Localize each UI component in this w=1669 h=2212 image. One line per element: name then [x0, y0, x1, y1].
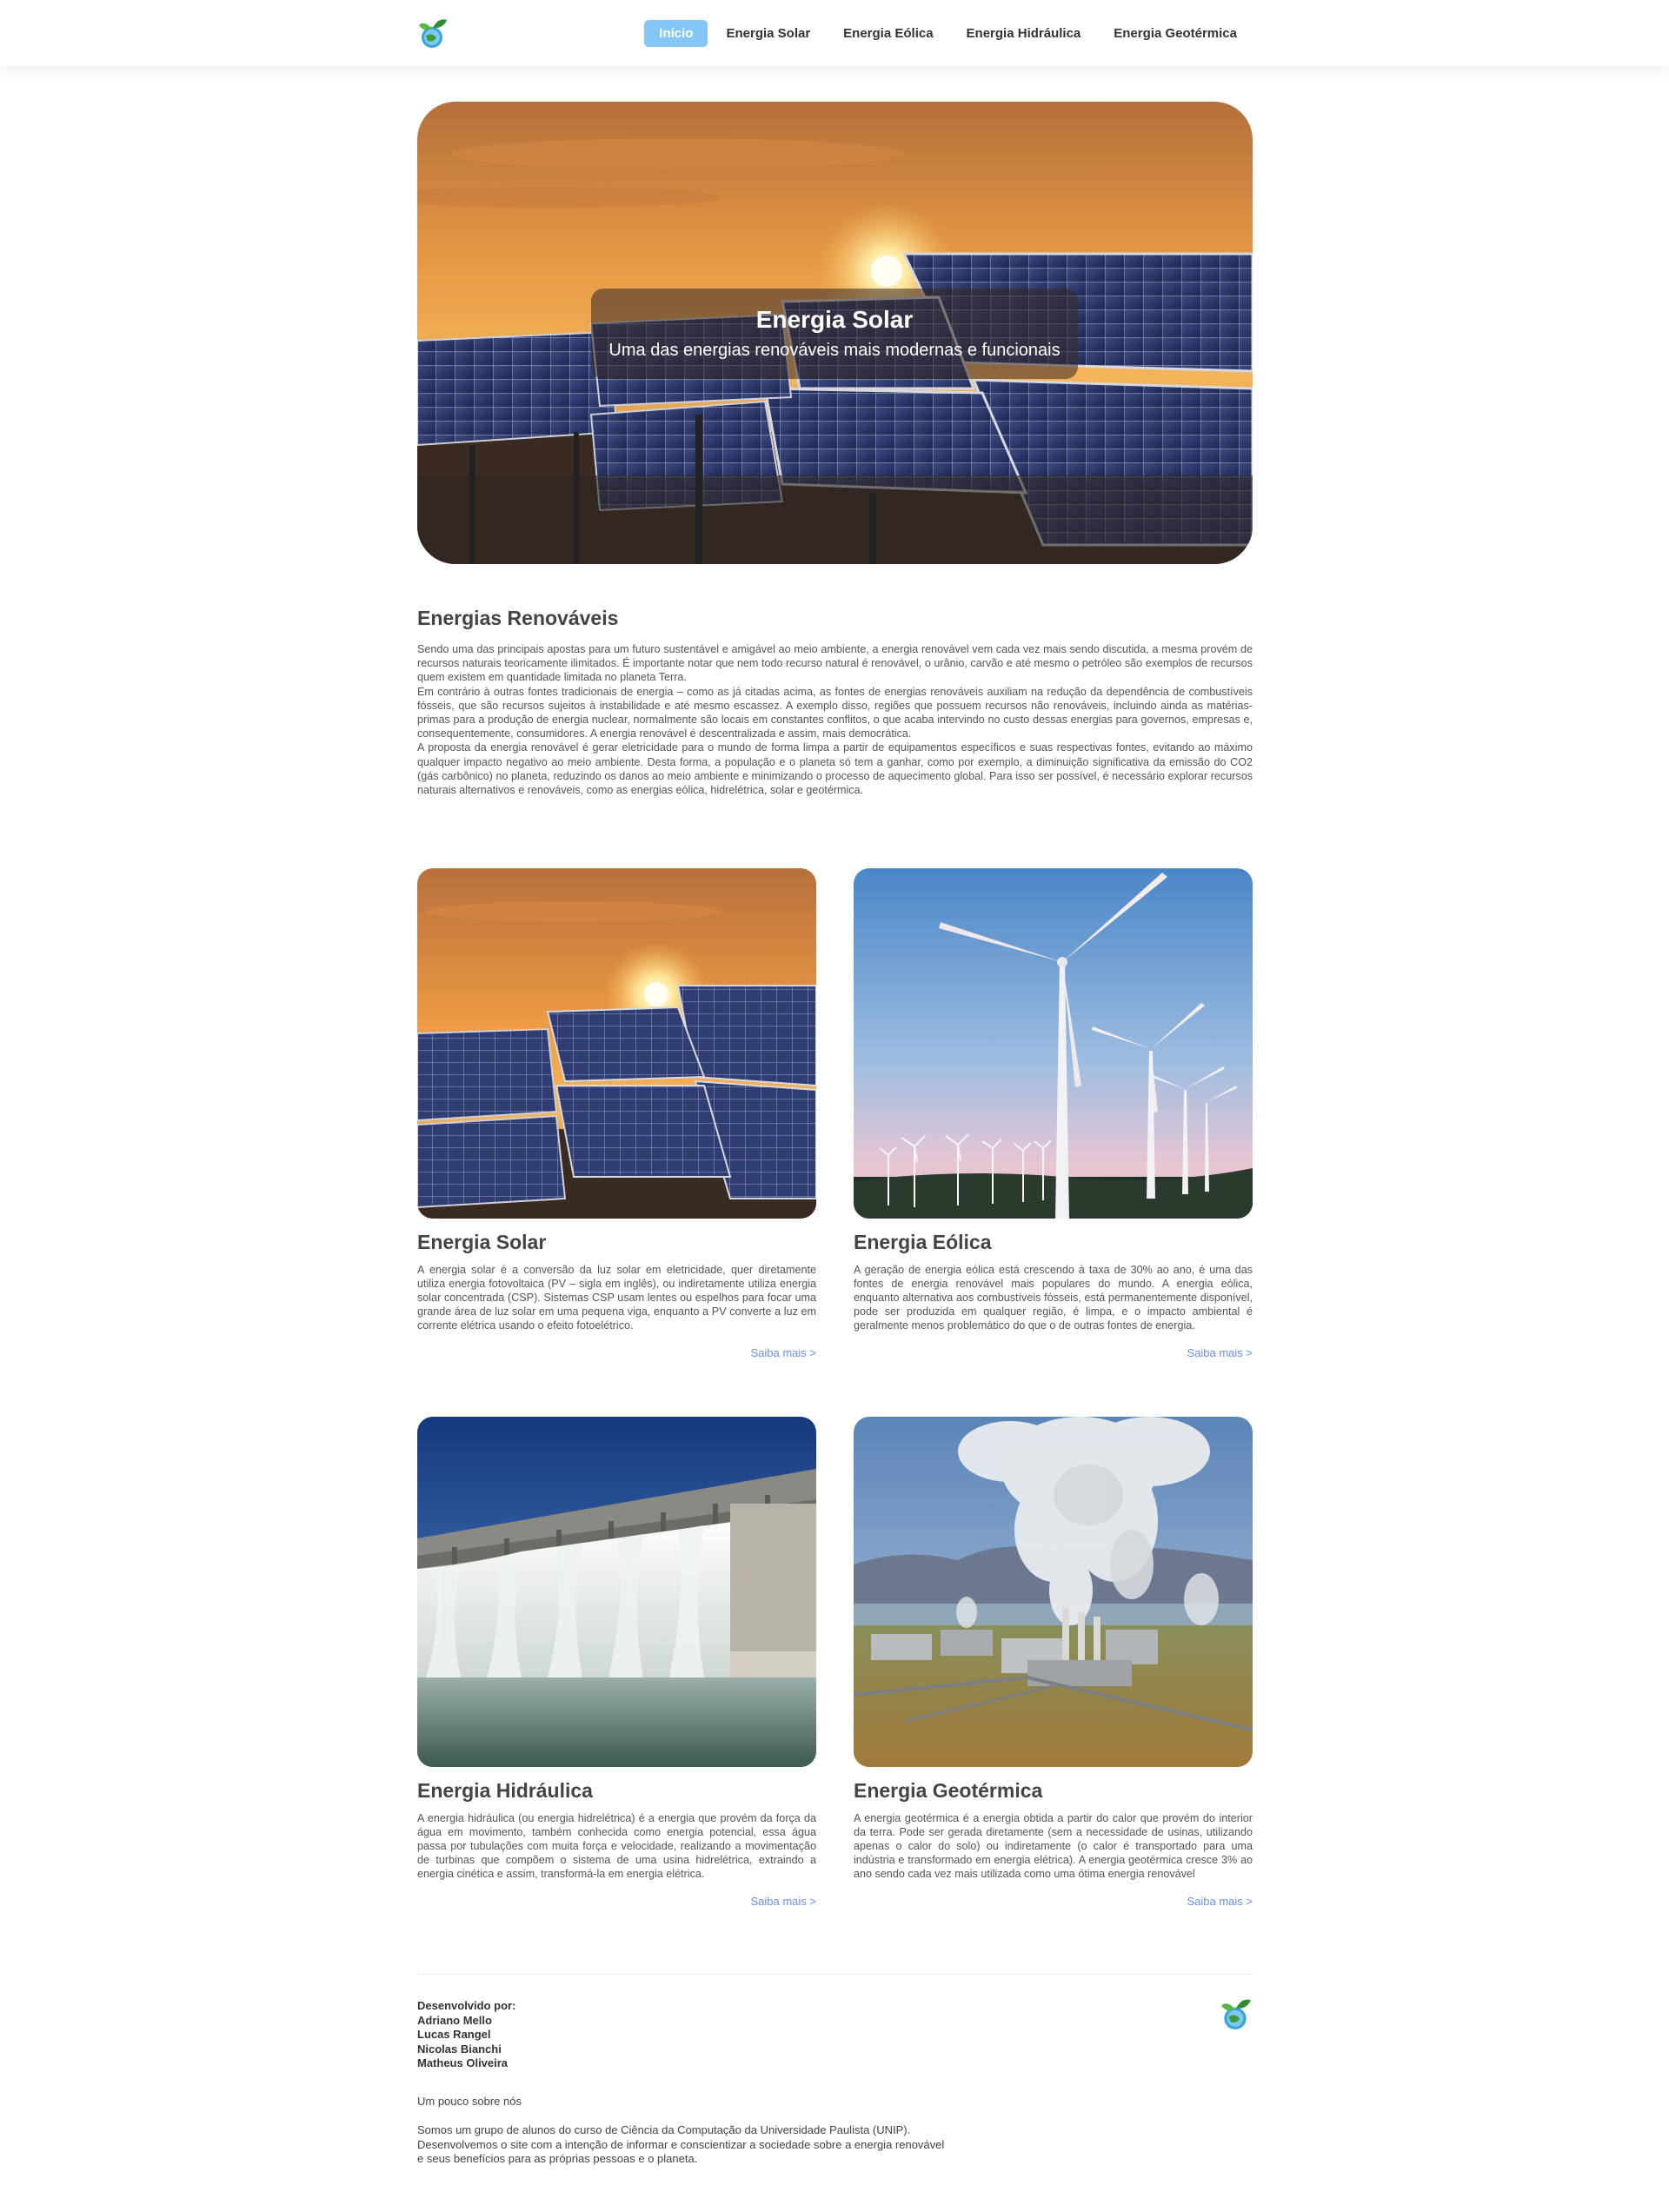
card-text: A energia geotérmica é a energia obtida …	[854, 1812, 1253, 1880]
intro-section: Energias Renováveis Sendo uma das princi…	[417, 607, 1253, 797]
card-title: Energia Eólica	[854, 1231, 992, 1253]
hero-subtitle: Uma das energias renováveis mais moderna…	[608, 341, 1061, 360]
card-text: A geração de energia eólica está crescen…	[854, 1264, 1253, 1332]
nav-link-energia-eolica[interactable]: Energia Eólica	[828, 20, 948, 47]
card-title: Energia Solar	[417, 1231, 547, 1253]
nav-links: Início Energia Solar Energia Eólica Ener…	[641, 20, 1252, 47]
top-navbar: Início Energia Solar Energia Eólica Ener…	[0, 0, 1669, 66]
card-energia-hidraulica: Energia Hidráulica A energia hidráulica …	[417, 1417, 816, 1908]
card-title: Energia Geotérmica	[854, 1779, 1043, 1802]
hero-banner: Energia Solar Uma das energias renovávei…	[417, 102, 1253, 564]
card-energia-geotermica: Energia Geotérmica A energia geotérmica …	[854, 1417, 1253, 1908]
intro-paragraph-1: Sendo uma das principais apostas para um…	[417, 643, 1253, 684]
nav-link-energia-solar[interactable]: Energia Solar	[711, 20, 825, 47]
geothermal-plant-image	[854, 1417, 1253, 1767]
about-text: Somos um grupo de alunos do curso de Ciê…	[417, 2123, 991, 2167]
footer-divider	[417, 1974, 1253, 1975]
hydro-dam-image	[417, 1417, 816, 1767]
developer-name: Lucas Rangel	[417, 2028, 491, 2041]
saiba-mais-link[interactable]: Saiba mais >	[854, 1895, 1253, 1908]
nav-link-energia-hidraulica[interactable]: Energia Hidráulica	[952, 20, 1096, 47]
developer-name: Matheus Oliveira	[417, 2056, 509, 2069]
footer-leaf-globe-logo-icon	[1220, 1996, 1253, 2031]
hero-caption: Energia Solar Uma das energias renovávei…	[591, 289, 1078, 379]
about-line: e seus benefícios para as próprias pesso…	[417, 2152, 698, 2165]
intro-title: Energias Renováveis	[417, 607, 619, 629]
about-title: Um pouco sobre nós	[417, 2095, 522, 2108]
developer-name: Nicolas Bianchi	[417, 2042, 502, 2056]
nav-link-energia-geotermica[interactable]: Energia Geotérmica	[1099, 20, 1252, 47]
card-energia-eolica: Energia Eólica A geração de energia eóli…	[854, 868, 1253, 1359]
solar-panel-image	[417, 868, 816, 1219]
developers-list: Desenvolvido por: Adriano Mello Lucas Ra…	[417, 1999, 515, 2071]
intro-paragraph-3: A proposta da energia renovável é gerar …	[417, 741, 1253, 797]
about-line: Somos um grupo de alunos do curso de Ciê…	[417, 2123, 911, 2136]
card-text: A energia hidráulica (ou energia hidrelé…	[417, 1812, 816, 1880]
card-title: Energia Hidráulica	[417, 1779, 593, 1802]
developer-name: Adriano Mello	[417, 2013, 492, 2027]
card-text: A energia solar é a conversão da luz sol…	[417, 1264, 816, 1332]
wind-turbine-image	[854, 868, 1253, 1219]
leaf-globe-logo-icon[interactable]	[417, 17, 449, 50]
saiba-mais-link[interactable]: Saiba mais >	[854, 1346, 1253, 1359]
card-energia-solar: Energia Solar A energia solar é a conver…	[417, 868, 816, 1359]
intro-paragraph-2: Em contrário à outras fontes tradicionai…	[417, 685, 1253, 741]
nav-link-inicio[interactable]: Início	[644, 20, 708, 47]
about-line: Desenvolvemos o site com a intenção de i…	[417, 2137, 945, 2151]
saiba-mais-link[interactable]: Saiba mais >	[417, 1346, 816, 1359]
hero-title: Energia Solar	[755, 306, 914, 333]
developed-by-label: Desenvolvido por:	[417, 1999, 516, 2012]
saiba-mais-link[interactable]: Saiba mais >	[417, 1895, 816, 1908]
